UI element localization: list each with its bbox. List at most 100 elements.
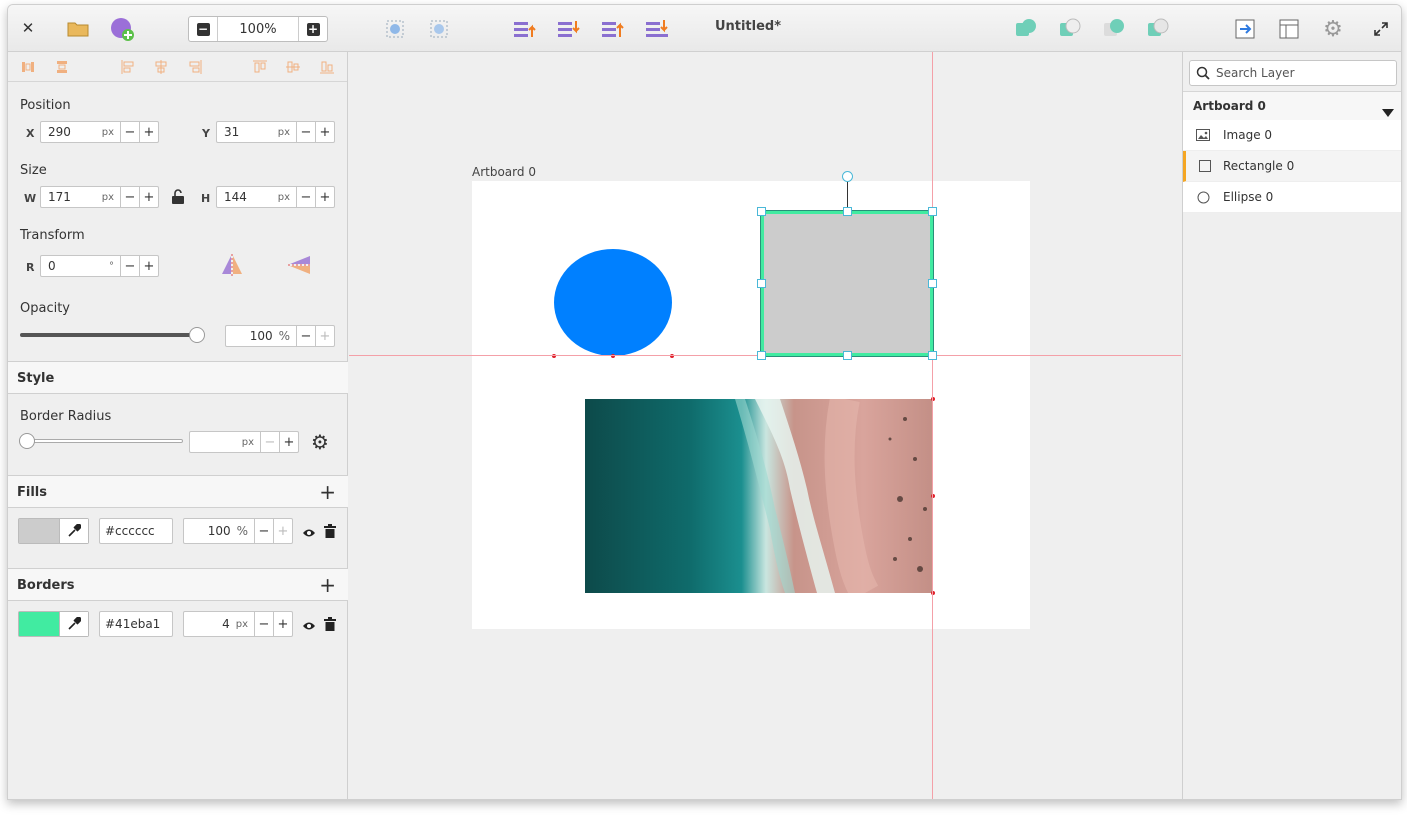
height-field[interactable]: 144 px − + xyxy=(216,186,335,208)
border-radius-slider[interactable] xyxy=(20,439,183,443)
eye-icon[interactable] xyxy=(302,524,316,543)
layer-image-0[interactable]: Image 0 xyxy=(1183,120,1401,151)
boolean-intersect-icon[interactable] xyxy=(1102,17,1126,41)
resize-handle-right[interactable] xyxy=(928,279,937,288)
group-icon[interactable] xyxy=(383,17,407,41)
align-middle-icon[interactable] xyxy=(285,59,301,75)
height-increment-button[interactable]: + xyxy=(315,187,334,207)
align-left-icon[interactable] xyxy=(120,59,136,75)
x-decrement-button[interactable]: − xyxy=(120,122,139,142)
eyedropper-icon[interactable] xyxy=(59,612,88,636)
eye-icon[interactable] xyxy=(302,617,316,636)
border-radius-slider-knob[interactable] xyxy=(19,433,35,449)
border-width-decrement-button[interactable]: − xyxy=(254,612,273,636)
layer-rectangle-0[interactable]: Rectangle 0 xyxy=(1183,151,1401,182)
trash-icon[interactable] xyxy=(324,523,336,542)
artboard-layer-header[interactable]: Artboard 0 xyxy=(1183,91,1401,121)
opacity-slider-knob[interactable] xyxy=(189,327,205,343)
layer-ellipse-0[interactable]: Ellipse 0 xyxy=(1183,182,1401,213)
align-top-icon[interactable] xyxy=(252,59,268,75)
border-color-preview[interactable] xyxy=(19,612,59,636)
align-right-icon[interactable] xyxy=(187,59,203,75)
border-radius-decrement-button[interactable]: − xyxy=(260,432,279,452)
resize-handle-top[interactable] xyxy=(843,207,852,216)
opacity-decrement-button[interactable]: − xyxy=(296,326,315,346)
fullscreen-icon[interactable] xyxy=(1371,19,1391,39)
align-center-icon[interactable] xyxy=(153,59,169,75)
resize-handle-top-right[interactable] xyxy=(928,207,937,216)
y-increment-button[interactable]: + xyxy=(315,122,334,142)
layer-search[interactable]: Search Layer xyxy=(1189,60,1397,86)
gear-icon[interactable]: ⚙ xyxy=(1321,17,1345,42)
send-backward-icon[interactable] xyxy=(557,18,581,40)
distribute-vertical-icon[interactable] xyxy=(54,59,70,75)
search-input[interactable]: Search Layer xyxy=(1216,66,1295,80)
fill-opacity-increment-button[interactable]: + xyxy=(273,519,292,543)
rotation-increment-button[interactable]: + xyxy=(139,256,158,276)
bring-to-front-icon[interactable] xyxy=(601,18,625,40)
chevron-down-icon[interactable] xyxy=(1382,102,1394,121)
gear-icon[interactable]: ⚙ xyxy=(311,430,329,454)
add-border-button[interactable]: + xyxy=(319,573,336,597)
trash-icon[interactable] xyxy=(324,616,336,635)
y-decrement-button[interactable]: − xyxy=(296,122,315,142)
border-hex-input[interactable]: #41eba1 xyxy=(99,611,173,637)
resize-handle-bottom-right[interactable] xyxy=(928,351,937,360)
close-icon[interactable]: ✕ xyxy=(20,19,36,37)
artboard-label[interactable]: Artboard 0 xyxy=(472,165,536,179)
fill-color-preview[interactable] xyxy=(19,519,59,543)
layout-icon[interactable] xyxy=(1277,17,1301,41)
resize-handle-bottom[interactable] xyxy=(843,351,852,360)
fill-hex-input[interactable]: #cccccc xyxy=(99,518,173,544)
fill-opacity-field[interactable]: 100 % − + xyxy=(183,518,293,544)
canvas[interactable]: Artboard 0 xyxy=(349,52,1181,799)
width-increment-button[interactable]: + xyxy=(139,187,158,207)
border-width-field[interactable]: 4 px − + xyxy=(183,611,293,637)
lock-icon[interactable] xyxy=(171,189,185,209)
zoom-value[interactable]: 100% xyxy=(217,17,299,41)
folder-icon[interactable] xyxy=(66,17,90,39)
rotation-decrement-button[interactable]: − xyxy=(120,256,139,276)
fill-color-swatch[interactable] xyxy=(18,518,89,544)
rotation-field[interactable]: 0 ° − + xyxy=(40,255,159,277)
height-value: 144 xyxy=(224,190,247,204)
rectangle-0[interactable] xyxy=(760,210,934,357)
border-width-increment-button[interactable]: + xyxy=(273,612,292,636)
boolean-difference-icon[interactable] xyxy=(1146,17,1170,41)
opacity-field[interactable]: 100 % − + xyxy=(225,325,335,347)
bring-forward-icon[interactable] xyxy=(513,18,537,40)
ungroup-icon[interactable] xyxy=(427,17,451,41)
add-fill-button[interactable]: + xyxy=(319,480,336,504)
border-radius-increment-button[interactable]: + xyxy=(279,432,298,452)
add-artboard-icon[interactable] xyxy=(109,16,135,42)
resize-handle-bottom-left[interactable] xyxy=(757,351,766,360)
boolean-union-icon[interactable] xyxy=(1014,17,1038,41)
ellipse-0[interactable] xyxy=(554,249,672,356)
x-field[interactable]: 290 px − + xyxy=(40,121,159,143)
width-field[interactable]: 171 px − + xyxy=(40,186,159,208)
flip-vertical-icon[interactable] xyxy=(288,254,312,280)
zoom-out-button[interactable]: − xyxy=(189,17,217,41)
resize-handle-left[interactable] xyxy=(757,279,766,288)
eyedropper-icon[interactable] xyxy=(59,519,88,543)
zoom-in-button[interactable]: + xyxy=(299,17,327,41)
border-color-swatch[interactable] xyxy=(18,611,89,637)
border-radius-field[interactable]: px − + xyxy=(189,431,299,453)
resize-handle-top-left[interactable] xyxy=(757,207,766,216)
export-icon[interactable] xyxy=(1233,17,1257,41)
opacity-increment-button[interactable]: + xyxy=(315,326,334,346)
fill-opacity-decrement-button[interactable]: − xyxy=(254,519,273,543)
fill-opacity-value: 100 xyxy=(207,524,231,538)
send-to-back-icon[interactable] xyxy=(645,18,669,40)
image-0[interactable] xyxy=(585,399,933,593)
align-bottom-icon[interactable] xyxy=(319,59,335,75)
distribute-horizontal-icon[interactable] xyxy=(20,59,36,75)
width-decrement-button[interactable]: − xyxy=(120,187,139,207)
opacity-slider[interactable] xyxy=(20,333,200,337)
flip-horizontal-icon[interactable] xyxy=(220,254,244,280)
y-field[interactable]: 31 px − + xyxy=(216,121,335,143)
boolean-subtract-icon[interactable] xyxy=(1058,17,1082,41)
height-decrement-button[interactable]: − xyxy=(296,187,315,207)
x-increment-button[interactable]: + xyxy=(139,122,158,142)
rotate-handle[interactable] xyxy=(842,171,853,182)
